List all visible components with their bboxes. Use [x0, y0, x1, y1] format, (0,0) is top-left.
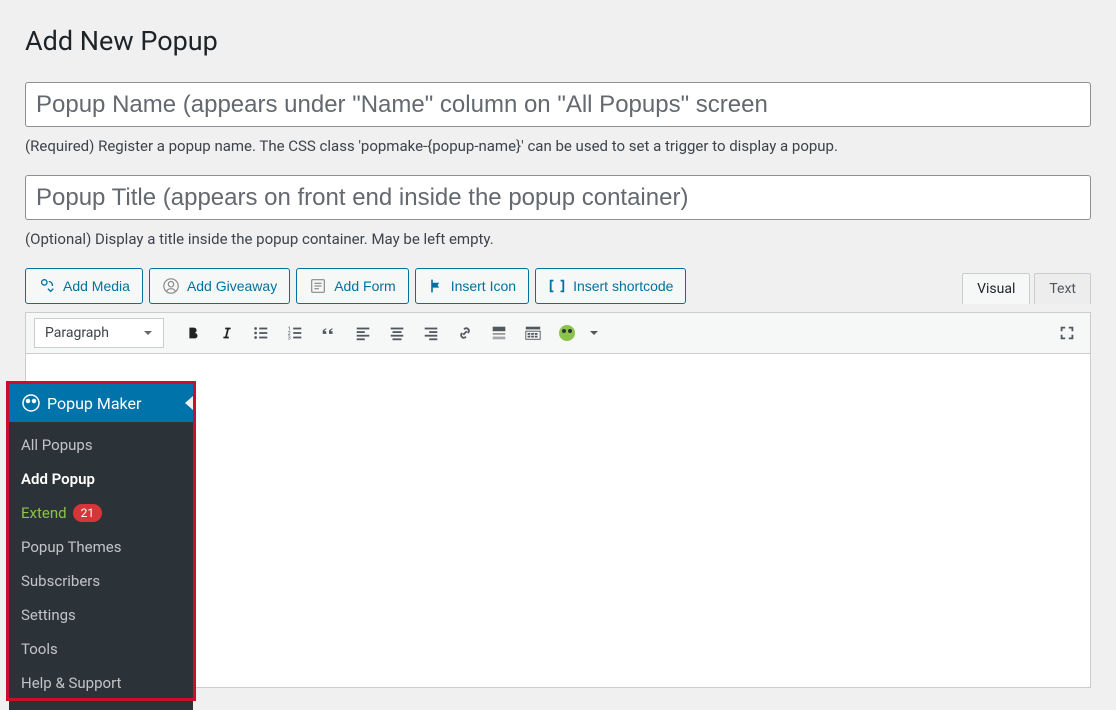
chevron-down-icon — [143, 328, 153, 338]
tab-visual[interactable]: Visual — [962, 273, 1030, 304]
insert-shortcode-button[interactable]: Insert shortcode — [535, 268, 686, 304]
media-icon — [38, 277, 56, 295]
form-icon — [309, 277, 327, 295]
page-title: Add New Popup — [25, 20, 1091, 57]
sidebar-item-settings[interactable]: Settings — [9, 598, 193, 632]
shortcode-icon — [548, 278, 566, 294]
insert-icon-button[interactable]: Insert Icon — [415, 268, 529, 304]
svg-text:3: 3 — [288, 336, 291, 342]
italic-button[interactable] — [212, 318, 242, 348]
popup-maker-icon — [21, 393, 41, 413]
active-menu-pointer — [185, 396, 193, 410]
align-left-button[interactable] — [348, 318, 378, 348]
sidebar-item-all-popups[interactable]: All Popups — [9, 428, 193, 462]
popup-title-hint: (Optional) Display a title inside the po… — [25, 230, 1091, 248]
bold-button[interactable] — [178, 318, 208, 348]
sidebar-item-tools[interactable]: Tools — [9, 632, 193, 666]
popup-title-input[interactable] — [25, 175, 1091, 220]
align-right-button[interactable] — [416, 318, 446, 348]
add-form-button[interactable]: Add Form — [296, 268, 408, 304]
format-select[interactable]: Paragraph — [34, 318, 164, 348]
add-media-label: Add Media — [63, 278, 130, 294]
popup-maker-shortcode-button[interactable] — [552, 318, 582, 348]
bullet-list-button[interactable] — [246, 318, 276, 348]
sidebar-item-subscribers[interactable]: Subscribers — [9, 564, 193, 598]
link-button[interactable] — [450, 318, 480, 348]
sidebar-item-add-popup[interactable]: Add Popup — [9, 462, 193, 496]
tab-text[interactable]: Text — [1034, 273, 1091, 304]
editor-mode-tabs: Visual Text — [962, 273, 1091, 304]
sidebar-item-help[interactable]: Help & Support — [9, 666, 193, 700]
flag-icon — [428, 278, 444, 294]
popup-name-input[interactable] — [25, 82, 1091, 127]
fullscreen-button[interactable] — [1052, 318, 1082, 348]
add-giveaway-label: Add Giveaway — [187, 278, 277, 294]
add-form-label: Add Form — [334, 278, 395, 294]
admin-sidebar: Popup Maker All Popups Add Popup Extend … — [9, 384, 193, 710]
align-center-button[interactable] — [382, 318, 412, 348]
insert-icon-label: Insert Icon — [451, 278, 516, 294]
sidebar-item-popup-themes[interactable]: Popup Themes — [9, 530, 193, 564]
sidebar-item-extend-label: Extend — [21, 504, 67, 522]
giveaway-icon — [162, 277, 180, 295]
sidebar-header-popup-maker[interactable]: Popup Maker — [9, 384, 193, 422]
popup-name-hint: (Required) Register a popup name. The CS… — [25, 137, 1091, 155]
editor-toolbar: Paragraph 123 — [25, 312, 1091, 353]
add-media-button[interactable]: Add Media — [25, 268, 143, 304]
extend-count-badge: 21 — [73, 504, 103, 522]
blockquote-button[interactable] — [314, 318, 344, 348]
add-giveaway-button[interactable]: Add Giveaway — [149, 268, 290, 304]
format-select-label: Paragraph — [45, 325, 109, 341]
toolbar-toggle-button[interactable] — [518, 318, 548, 348]
insert-shortcode-label: Insert shortcode — [573, 278, 673, 294]
insert-more-button[interactable] — [484, 318, 514, 348]
sidebar-item-extend[interactable]: Extend 21 — [9, 496, 193, 530]
popup-maker-dropdown-button[interactable] — [586, 318, 602, 348]
numbered-list-button[interactable]: 123 — [280, 318, 310, 348]
sidebar-header-label: Popup Maker — [47, 394, 141, 413]
